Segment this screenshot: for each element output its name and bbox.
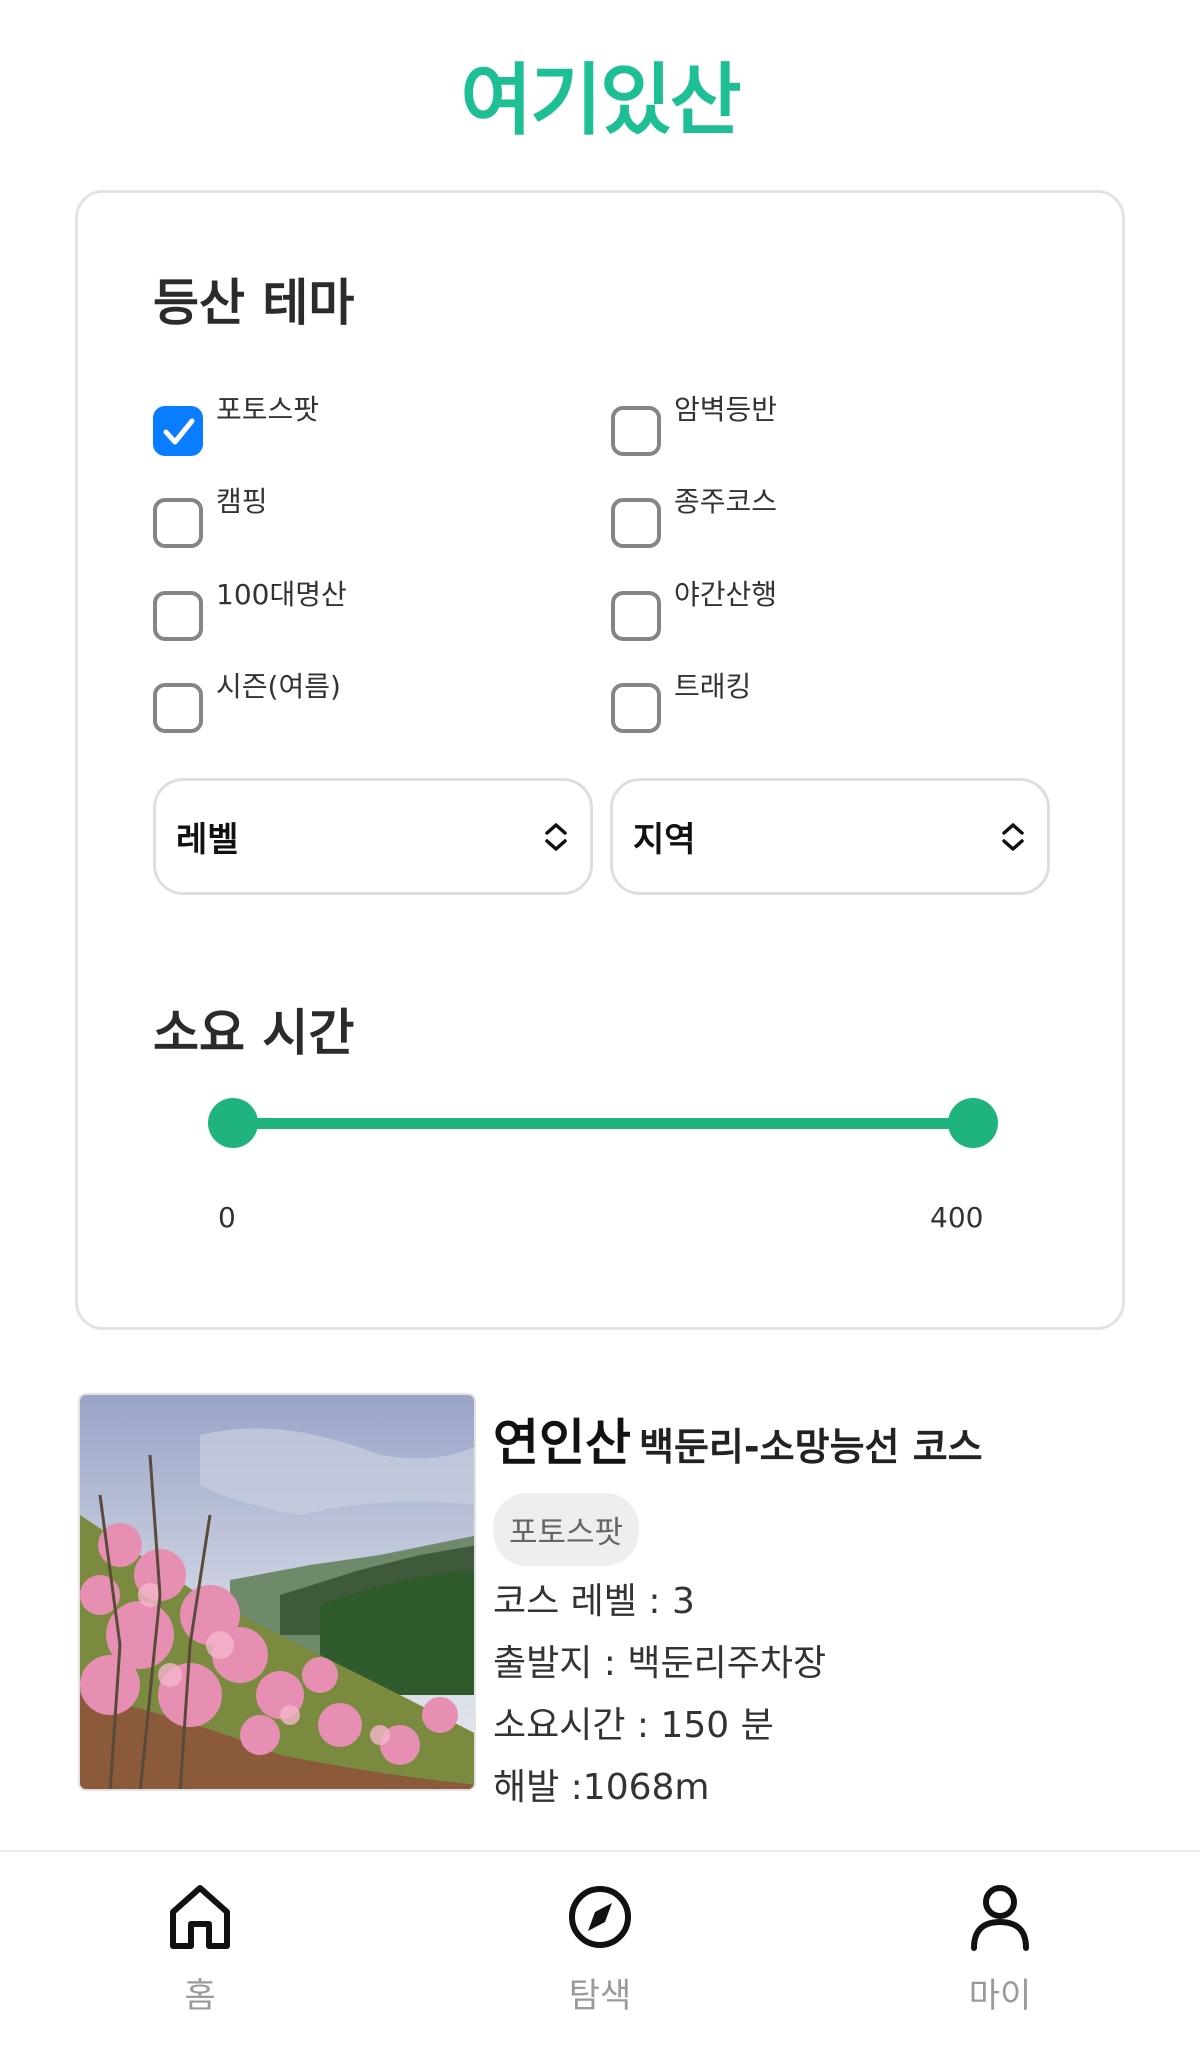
slider-track[interactable] [233,1118,973,1129]
course-duration: 소요시간 : 150 분 [493,1705,774,1746]
region-select[interactable]: 지역 [610,778,1050,895]
checkbox-icon[interactable] [611,591,661,641]
checkbox-checked-icon[interactable] [153,406,203,456]
theme-section-title: 등산 테마 [153,274,355,332]
checkbox-icon[interactable] [611,406,661,456]
theme-label: 종주코스 [674,485,778,518]
mountain-azalea-photo [80,1395,474,1789]
filter-card: 등산 테마 포토스팟 캠핑 100대명산 시즌(여름) 암벽등반 종주코스 야간… [75,190,1125,1330]
theme-checkbox-season[interactable]: 시즌(여름) [153,665,341,733]
theme-checkbox-100-mountains[interactable]: 100대명산 [153,573,347,641]
nav-label: 탐색 [568,1976,632,2016]
theme-checkbox-trekking[interactable]: 트래킹 [611,665,751,733]
checkbox-icon[interactable] [611,683,661,733]
theme-label: 포토스팟 [216,393,320,426]
course-tag: 포토스팟 [493,1493,640,1566]
slider-max-value: 400 [930,1201,984,1234]
checkbox-icon[interactable] [153,498,203,548]
nav-label: 홈 [184,1976,216,2016]
time-range-slider[interactable] [208,1098,998,1148]
nav-item-explore[interactable]: 탐색 [500,1882,700,2017]
course-card[interactable]: 연인산 백둔리-소망능선 코스 포토스팟 코스 레벨 : 3 출발지 : 백둔리주… [78,1393,1158,1808]
theme-checkbox-rock-climbing[interactable]: 암벽등반 [611,388,777,456]
slider-min-value: 0 [218,1201,236,1234]
course-level: 코스 레벨 : 3 [493,1581,695,1622]
theme-label: 트래킹 [674,670,752,703]
theme-checkbox-photospot[interactable]: 포토스팟 [153,388,319,456]
course-altitude: 해발 :1068m [493,1767,710,1808]
nav-label: 마이 [968,1976,1032,2016]
chevron-up-down-icon [1002,822,1024,851]
compass-icon [569,1886,631,1948]
checkbox-icon[interactable] [153,591,203,641]
chevron-up-down-icon [545,822,567,851]
time-section-title: 소요 시간 [153,1004,355,1062]
theme-checkbox-ridge-course[interactable]: 종주코스 [611,480,777,548]
course-photo[interactable] [78,1393,476,1791]
region-select-label: 지역 [633,820,696,860]
theme-label: 캠핑 [216,485,268,518]
level-select-label: 레벨 [176,820,239,860]
route-name: 백둔리-소망능선 코스 [639,1425,983,1469]
theme-checkbox-night-hiking[interactable]: 야간산행 [611,573,777,641]
theme-checkbox-camping[interactable]: 캠핑 [153,480,268,548]
theme-label: 시즌(여름) [216,670,341,703]
bottom-navigation: 홈 탐색 마이 [0,1850,1200,2049]
course-start: 출발지 : 백둔리주차장 [493,1643,827,1684]
home-icon [170,1885,230,1949]
theme-label: 100대명산 [216,578,347,611]
course-info: 연인산 백둔리-소망능선 코스 포토스팟 코스 레벨 : 3 출발지 : 백둔리주… [493,1393,1158,1814]
slider-max-handle[interactable] [948,1098,998,1148]
theme-label: 야간산행 [674,578,778,611]
nav-item-my[interactable]: 마이 [900,1882,1100,2017]
level-select[interactable]: 레벨 [153,778,593,895]
mountain-name: 연인산 [493,1414,631,1472]
nav-item-home[interactable]: 홈 [100,1882,300,2017]
slider-min-handle[interactable] [208,1098,258,1148]
theme-label: 암벽등반 [674,393,778,426]
checkbox-icon[interactable] [153,683,203,733]
app-logo: 여기있산 [460,56,741,146]
user-icon [971,1885,1029,1951]
checkbox-icon[interactable] [611,498,661,548]
course-title: 연인산 백둔리-소망능선 코스 [493,1403,1158,1475]
